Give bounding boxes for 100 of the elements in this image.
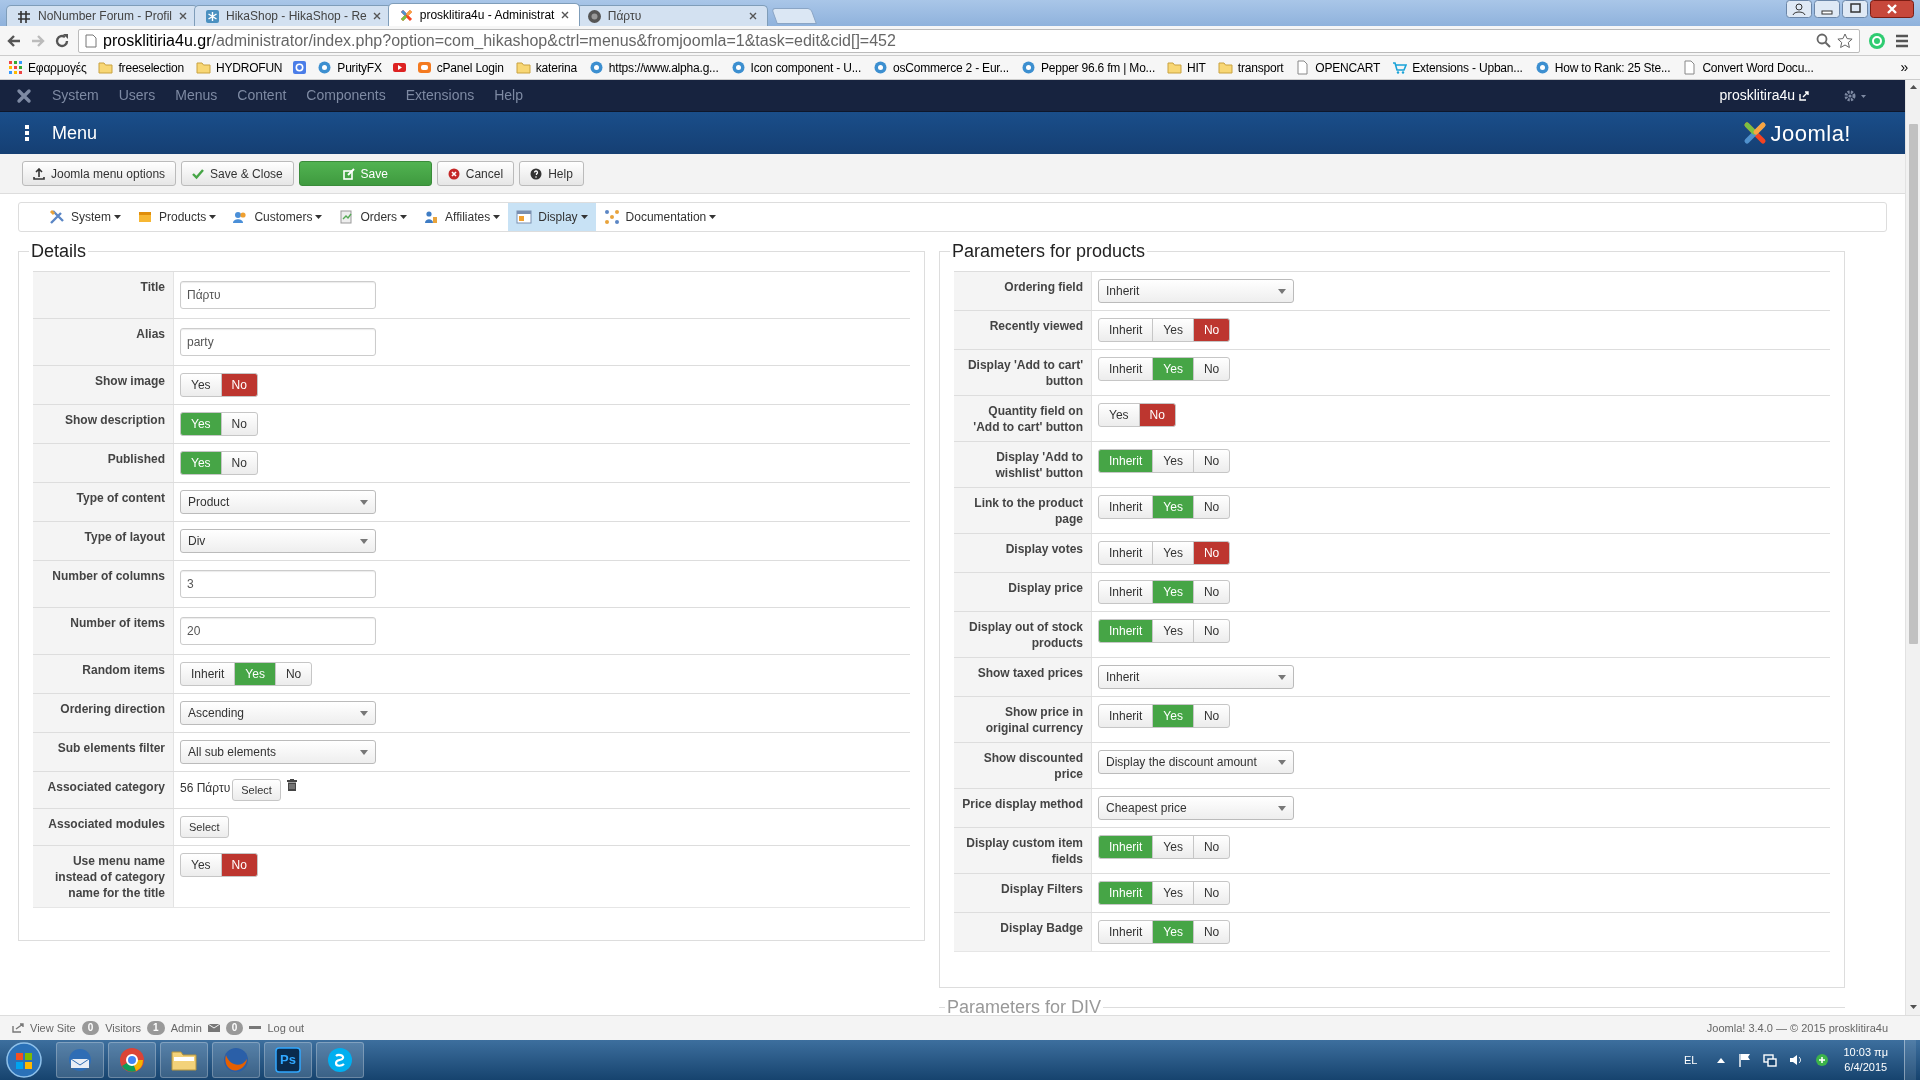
toggle-option[interactable]: Yes — [180, 853, 222, 877]
user-icon[interactable] — [1786, 0, 1812, 18]
bookmark-icon[interactable] — [292, 60, 308, 75]
dropdown[interactable]: Inherit — [1098, 279, 1294, 303]
toggle-option[interactable]: No — [1192, 318, 1231, 342]
user-link[interactable]: prosklitira4u — [1719, 85, 1809, 106]
text-field[interactable]: party — [180, 328, 376, 356]
star-icon[interactable] — [1837, 32, 1853, 49]
toggle-option[interactable]: No — [1192, 835, 1231, 859]
flag-icon[interactable] — [1739, 1053, 1752, 1067]
close-icon[interactable] — [372, 12, 381, 20]
toggle-option[interactable]: Yes — [1098, 403, 1140, 427]
toggle-option[interactable]: No — [1192, 580, 1231, 604]
minimize-icon[interactable] — [1814, 0, 1840, 18]
toggle-option[interactable]: No — [220, 853, 258, 877]
logout-link[interactable]: Log out — [267, 1019, 305, 1037]
submenu-tab[interactable]: Display — [508, 203, 596, 231]
toggle-option[interactable]: Inherit — [1098, 920, 1154, 944]
toggle-option[interactable]: Inherit — [1098, 541, 1154, 565]
menu-item[interactable]: Extensions — [405, 85, 475, 106]
bookmark[interactable]: cPanel Login — [414, 57, 506, 78]
bookmark[interactable]: freeselection — [96, 57, 186, 78]
select-button[interactable]: Select — [232, 779, 281, 801]
reload-icon[interactable] — [54, 32, 70, 49]
clock[interactable]: 10:03 πμ 6/4/2015 — [1843, 1045, 1888, 1075]
close-icon[interactable] — [748, 12, 757, 20]
bookmark[interactable]: HIT — [1165, 57, 1208, 78]
dropdown[interactable]: Div — [180, 529, 376, 553]
text-field[interactable]: 3 — [180, 570, 376, 598]
bookmark[interactable]: How to Rank: 25 Ste... — [1532, 57, 1673, 78]
submenu-tab[interactable]: Products — [129, 203, 225, 231]
show-hidden-icon[interactable] — [1717, 1057, 1726, 1063]
bookmark[interactable]: Εφαρμογές — [6, 57, 89, 78]
bookmark[interactable]: Convert Word Docu... — [1680, 57, 1816, 78]
settings-icon[interactable] — [1843, 88, 1869, 103]
toggle-option[interactable]: Yes — [1152, 449, 1194, 473]
text-field[interactable]: 20 — [180, 617, 376, 645]
toolbar-button[interactable]: Joomla menu options — [22, 161, 177, 186]
text-field[interactable]: Πάρτυ — [180, 281, 376, 309]
toolbar-button[interactable]: Cancel — [436, 161, 515, 186]
bookmark[interactable]: OPENCART — [1293, 57, 1383, 78]
dropdown[interactable]: Ascending — [180, 701, 376, 725]
select-button[interactable]: Select — [180, 816, 229, 838]
toggle-option[interactable]: Yes — [1152, 619, 1194, 643]
close-icon[interactable] — [560, 11, 569, 19]
toggle-option[interactable]: Yes — [1152, 318, 1194, 342]
toggle-option[interactable]: Inherit — [1098, 704, 1154, 728]
language-indicator[interactable]: EL — [1684, 1051, 1698, 1069]
play-icon[interactable] — [391, 60, 407, 75]
address-bar[interactable]: prosklitiria4u.gr/administrator/index.php?option=com_hikashop&ctrl=menus&fromjoomla=1&task=edit&cid[]=452 — [78, 28, 1860, 53]
toggle-option[interactable]: Yes — [180, 373, 222, 397]
bookmark[interactable]: Icon component - U... — [728, 57, 864, 78]
toolbar-button[interactable]: Save & Close — [181, 161, 294, 186]
submenu-tab[interactable]: Documentation — [595, 203, 725, 231]
submenu-tab[interactable]: Customers — [224, 203, 331, 231]
bookmark[interactable]: Extensions - Upban... — [1390, 57, 1525, 78]
menu-item[interactable]: Users — [118, 85, 156, 106]
toggle-option[interactable]: Inherit — [1098, 357, 1154, 381]
bookmark[interactable]: PurityFX — [315, 57, 384, 78]
taskbar-app[interactable] — [160, 1042, 208, 1078]
bookmark[interactable]: katerina — [513, 57, 579, 78]
toggle-option[interactable]: Inherit — [1098, 495, 1154, 519]
toggle-option[interactable]: No — [1192, 881, 1231, 905]
dropdown[interactable]: Product — [180, 490, 376, 514]
bookmark[interactable]: HYDROFUN — [193, 57, 285, 78]
toggle-option[interactable]: No — [1192, 357, 1231, 381]
menu-item[interactable]: Components — [306, 85, 386, 106]
search-icon[interactable] — [1816, 33, 1831, 48]
bookmark[interactable]: osCommerce 2 - Eur... — [871, 57, 1011, 78]
update-icon[interactable] — [1815, 1053, 1830, 1067]
toggle-option[interactable]: Inherit — [1098, 580, 1154, 604]
dropdown[interactable]: Cheapest price — [1098, 796, 1294, 820]
toggle-option[interactable]: No — [220, 451, 258, 475]
trash-icon[interactable] — [286, 779, 297, 791]
menu-item[interactable]: Content — [237, 85, 287, 106]
menu-item[interactable]: Help — [494, 85, 523, 106]
submenu-tab[interactable]: Affiliates — [415, 203, 509, 231]
view-site-link[interactable]: View Site — [12, 1019, 76, 1037]
menu-icon[interactable] — [1894, 33, 1910, 48]
dropdown[interactable]: Display the discount amount — [1098, 750, 1294, 774]
bookmark[interactable]: Pepper 96.6 fm | Mo... — [1018, 57, 1157, 78]
start-button-icon[interactable] — [4, 1041, 44, 1079]
browser-tab[interactable]: prosklitira4u - Administrat — [387, 3, 580, 26]
toolbar-button[interactable]: Help — [519, 161, 584, 186]
maximize-icon[interactable] — [1842, 0, 1868, 18]
taskbar-app[interactable] — [316, 1042, 364, 1078]
back-icon[interactable] — [6, 32, 22, 49]
close-icon[interactable] — [1870, 0, 1914, 18]
toggle-option[interactable]: No — [1192, 495, 1231, 519]
bookmark[interactable]: https://www.alpha.g... — [586, 57, 721, 78]
toggle-option[interactable]: No — [1192, 541, 1231, 565]
toggle-option[interactable]: No — [220, 412, 258, 436]
toggle-option[interactable]: No — [220, 373, 258, 397]
menu-item[interactable]: System — [52, 85, 99, 106]
toggle-option[interactable]: No — [1192, 704, 1231, 728]
taskbar-app[interactable]: Ps — [264, 1042, 312, 1078]
dropdown[interactable]: Inherit — [1098, 665, 1294, 689]
submenu-tab[interactable]: Orders — [330, 203, 416, 231]
volume-icon[interactable] — [1789, 1053, 1804, 1067]
network-icon[interactable] — [1763, 1053, 1778, 1067]
